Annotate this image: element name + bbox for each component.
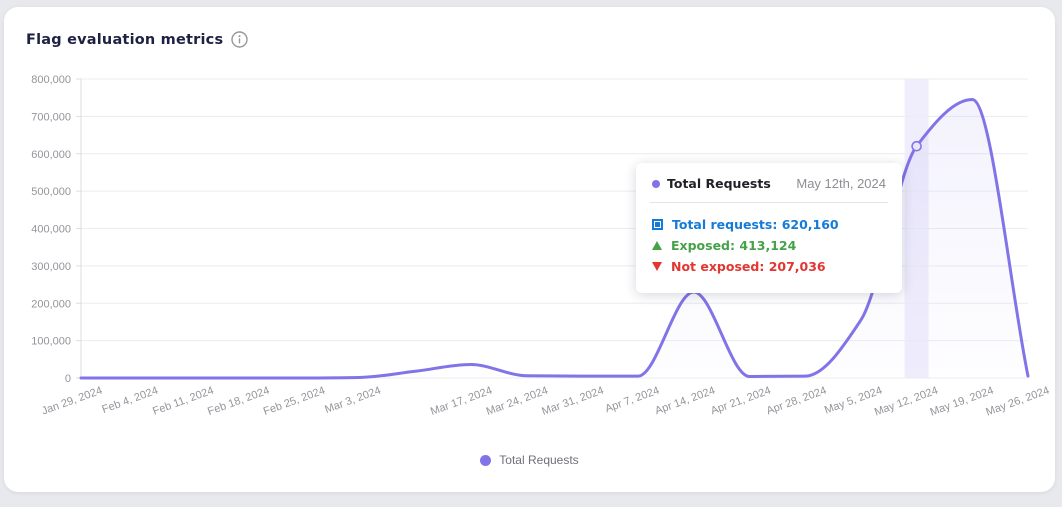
tooltip-row-total-requests: Total requests: 620,160 bbox=[652, 214, 886, 235]
tooltip-row-text: Not exposed: 207,036 bbox=[671, 259, 826, 274]
svg-text:Jan 29, 2024: Jan 29, 2024 bbox=[40, 385, 104, 418]
svg-text:Apr 7, 2024: Apr 7, 2024 bbox=[604, 385, 662, 416]
svg-text:100,000: 100,000 bbox=[31, 336, 71, 348]
svg-text:Mar 24, 2024: Mar 24, 2024 bbox=[485, 385, 550, 418]
chart-tooltip: Total Requests May 12th, 2024 Total requ… bbox=[636, 163, 902, 293]
svg-text:Feb 11, 2024: Feb 11, 2024 bbox=[151, 385, 215, 418]
svg-text:Mar 17, 2024: Mar 17, 2024 bbox=[429, 385, 494, 418]
triangle-down-icon bbox=[652, 262, 662, 271]
svg-text:Mar 3, 2024: Mar 3, 2024 bbox=[323, 385, 382, 416]
svg-text:400,000: 400,000 bbox=[31, 224, 71, 236]
square-icon bbox=[652, 219, 663, 230]
svg-text:Mar 31, 2024: Mar 31, 2024 bbox=[540, 385, 605, 418]
legend-label: Total Requests bbox=[499, 453, 578, 467]
svg-text:May 26, 2024: May 26, 2024 bbox=[984, 385, 1051, 419]
svg-text:May 19, 2024: May 19, 2024 bbox=[929, 385, 996, 419]
svg-text:Apr 28, 2024: Apr 28, 2024 bbox=[765, 385, 828, 418]
svg-text:500,000: 500,000 bbox=[31, 186, 71, 198]
svg-text:700,000: 700,000 bbox=[31, 111, 71, 123]
tooltip-row-exposed: Exposed: 413,124 bbox=[652, 235, 886, 256]
legend-dot-icon bbox=[480, 455, 491, 466]
chart-legend[interactable]: Total Requests bbox=[4, 453, 1055, 467]
svg-text:Feb 18, 2024: Feb 18, 2024 bbox=[206, 385, 271, 418]
svg-text:Apr 14, 2024: Apr 14, 2024 bbox=[653, 385, 716, 418]
tooltip-row-text: Exposed: 413,124 bbox=[671, 238, 796, 253]
x-axis: Jan 29, 2024Feb 4, 2024Feb 11, 2024Feb 1… bbox=[40, 385, 1051, 419]
tooltip-date: May 12th, 2024 bbox=[796, 176, 886, 191]
svg-text:800,000: 800,000 bbox=[31, 74, 71, 86]
svg-text:200,000: 200,000 bbox=[31, 298, 71, 310]
series-dot-icon bbox=[652, 180, 660, 188]
svg-text:May 12, 2024: May 12, 2024 bbox=[873, 385, 940, 419]
svg-text:300,000: 300,000 bbox=[31, 261, 71, 273]
tooltip-series-label: Total Requests bbox=[667, 176, 771, 191]
svg-text:Feb 25, 2024: Feb 25, 2024 bbox=[262, 385, 327, 418]
tooltip-header: Total Requests May 12th, 2024 bbox=[652, 176, 886, 191]
svg-text:0: 0 bbox=[65, 373, 71, 385]
tooltip-row-not-exposed: Not exposed: 207,036 bbox=[652, 256, 886, 277]
triangle-up-icon bbox=[652, 241, 662, 250]
tooltip-row-text: Total requests: 620,160 bbox=[672, 217, 839, 232]
hover-point-marker[interactable] bbox=[912, 142, 921, 151]
svg-text:Apr 21, 2024: Apr 21, 2024 bbox=[709, 385, 772, 418]
tooltip-divider bbox=[650, 202, 888, 203]
flag-metrics-card: Flag evaluation metrics 0100,000200,0003… bbox=[4, 7, 1055, 492]
svg-text:Feb 4, 2024: Feb 4, 2024 bbox=[100, 385, 159, 416]
svg-text:600,000: 600,000 bbox=[31, 149, 71, 161]
